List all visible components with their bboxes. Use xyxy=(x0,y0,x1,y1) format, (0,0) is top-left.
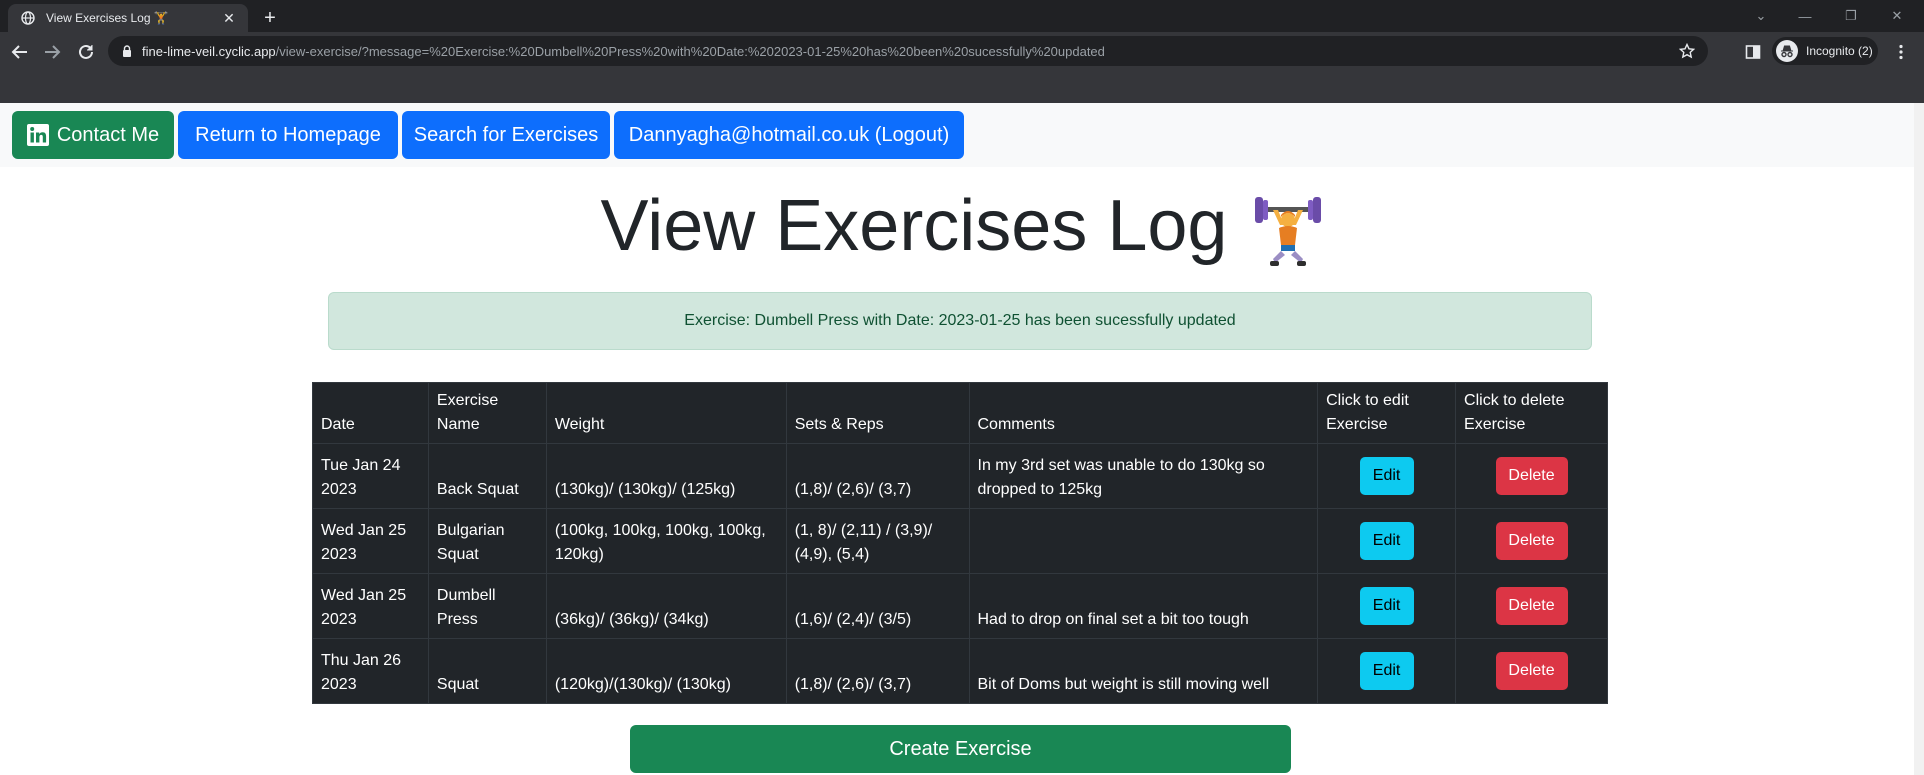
browser-tab[interactable]: View Exercises Log 🏋️ ✕ xyxy=(8,4,248,32)
logout-button[interactable]: Dannyagha@hotmail.co.uk (Logout) xyxy=(614,111,964,159)
cell-date: Thu Jan 26 2023 xyxy=(312,638,429,704)
address-bar[interactable]: fine-lime-veil.cyclic.app/view-exercise/… xyxy=(108,36,1708,66)
cell-exercise-name: Bulgarian Squat xyxy=(427,508,547,574)
table-row: Wed Jan 25 2023 Dumbell Press (36kg)/ (3… xyxy=(312,573,1608,639)
cell-sets-reps: (1,6)/ (2,4)/ (3/5) xyxy=(785,573,970,639)
cell-sets-reps: (1,8)/ (2,6)/ (3,7) xyxy=(785,443,970,509)
linkedin-icon xyxy=(26,124,49,146)
cell-exercise-name: Dumbell Press xyxy=(427,573,547,639)
cell-weight: (120kg)/(130kg)/ (130kg) xyxy=(545,638,787,704)
minimize-icon[interactable]: — xyxy=(1792,6,1818,26)
cell-date: Tue Jan 24 2023 xyxy=(312,443,429,509)
more-menu-icon[interactable] xyxy=(1890,41,1912,63)
exercises-table: Date Exercise Name Weight Sets & Reps Co… xyxy=(312,382,1608,704)
page-title: View Exercises Log xyxy=(0,178,1924,274)
edit-button[interactable]: Edit xyxy=(1359,587,1414,625)
cell-date: Wed Jan 25 2023 xyxy=(312,573,429,639)
bookmark-star-icon[interactable] xyxy=(1676,40,1698,62)
contact-me-label: Contact Me xyxy=(56,123,160,146)
back-icon[interactable] xyxy=(8,40,32,64)
cell-comments: Had to drop on final set a bit too tough xyxy=(968,573,1319,639)
cell-comments: Bit of Doms but weight is still moving w… xyxy=(968,638,1319,704)
create-exercise-label: Create Exercise xyxy=(889,737,1032,760)
cell-comments xyxy=(968,508,1319,574)
url-host: fine-lime-veil.cyclic.app xyxy=(142,43,276,59)
table-row: Tue Jan 24 2023 Back Squat (130kg)/ (130… xyxy=(312,443,1608,509)
new-tab-icon[interactable]: + xyxy=(258,6,282,30)
cell-delete: Delete xyxy=(1455,573,1608,639)
cell-weight: (36kg)/ (36kg)/ (34kg) xyxy=(545,573,787,639)
delete-button[interactable]: Delete xyxy=(1495,652,1568,690)
window-close-icon[interactable]: ✕ xyxy=(1884,6,1910,26)
browser-toolbar: fine-lime-veil.cyclic.app/view-exercise/… xyxy=(0,32,1924,72)
table-row: Thu Jan 26 2023 Squat (120kg)/(130kg)/ (… xyxy=(312,638,1608,704)
header-edit: Click to edit Exercise xyxy=(1317,382,1457,444)
side-panel-icon[interactable] xyxy=(1742,41,1764,63)
logout-label: Dannyagha@hotmail.co.uk (Logout) xyxy=(628,123,950,146)
incognito-label: Incognito (2) xyxy=(1806,44,1873,58)
weightlifter-emoji xyxy=(1255,196,1322,266)
incognito-icon xyxy=(1776,40,1798,62)
return-home-label: Return to Homepage xyxy=(195,123,381,146)
cell-exercise-name: Back Squat xyxy=(427,443,547,509)
cell-sets-reps: (1, 8)/ (2,11) / (3,9)/ (4,9), (5,4) xyxy=(785,508,970,574)
cell-sets-reps: (1,8)/ (2,6)/ (3,7) xyxy=(785,638,970,704)
success-alert: Exercise: Dumbell Press with Date: 2023-… xyxy=(328,292,1592,350)
header-weight: Weight xyxy=(545,382,787,444)
incognito-badge[interactable]: Incognito (2) xyxy=(1772,37,1878,65)
url-text[interactable]: fine-lime-veil.cyclic.app/view-exercise/… xyxy=(142,44,1676,59)
cell-weight: (130kg)/ (130kg)/ (125kg) xyxy=(545,443,787,509)
header-exercise-name: Exercise Name xyxy=(427,382,547,444)
lock-icon[interactable] xyxy=(120,44,134,58)
header-comments: Comments xyxy=(968,382,1319,444)
create-exercise-button[interactable]: Create Exercise xyxy=(630,725,1291,773)
cell-delete: Delete xyxy=(1455,508,1608,574)
table-row: Wed Jan 25 2023 Bulgarian Squat (100kg, … xyxy=(312,508,1608,574)
edit-button[interactable]: Edit xyxy=(1359,522,1414,560)
cell-comments: In my 3rd set was unable to do 130kg so … xyxy=(968,443,1319,509)
cell-edit: Edit xyxy=(1317,638,1457,704)
site-navbar: Contact Me Return to Homepage Search for… xyxy=(0,103,1914,167)
return-home-button[interactable]: Return to Homepage xyxy=(178,111,398,159)
contact-me-button[interactable]: Contact Me xyxy=(12,111,174,159)
success-alert-text: Exercise: Dumbell Press with Date: 2023-… xyxy=(684,312,1236,329)
edit-button[interactable]: Edit xyxy=(1359,457,1414,495)
cell-delete: Delete xyxy=(1455,443,1608,509)
browser-tab-strip: View Exercises Log 🏋️ ✕ + ⌄ — ❐ ✕ xyxy=(0,0,1924,32)
reload-icon[interactable] xyxy=(74,40,98,64)
forward-icon[interactable] xyxy=(40,40,64,64)
search-exercises-label: Search for Exercises xyxy=(413,123,599,146)
cell-exercise-name: Squat xyxy=(427,638,547,704)
cell-edit: Edit xyxy=(1317,573,1457,639)
close-tab-icon[interactable]: ✕ xyxy=(220,9,238,27)
restore-icon[interactable]: ❐ xyxy=(1838,6,1864,26)
url-path: /view-exercise/?message=%20Exercise:%20D… xyxy=(275,43,1105,59)
tab-search-icon[interactable]: ⌄ xyxy=(1748,6,1774,26)
cell-weight: (100kg, 100kg, 100kg, 100kg, 120kg) xyxy=(545,508,787,574)
globe-icon xyxy=(20,10,36,26)
cell-edit: Edit xyxy=(1317,508,1457,574)
cell-delete: Delete xyxy=(1455,638,1608,704)
browser-content-top-strip xyxy=(0,72,1924,103)
delete-button[interactable]: Delete xyxy=(1495,587,1568,625)
delete-button[interactable]: Delete xyxy=(1495,457,1568,495)
header-delete: Click to delete Exercise xyxy=(1455,382,1608,444)
search-exercises-button[interactable]: Search for Exercises xyxy=(402,111,610,159)
tab-title: View Exercises Log 🏋️ xyxy=(46,11,169,25)
edit-button[interactable]: Edit xyxy=(1359,652,1414,690)
header-sets-reps: Sets & Reps xyxy=(785,382,970,444)
page-title-text: View Exercises Log xyxy=(600,186,1228,266)
table-header-row: Date Exercise Name Weight Sets & Reps Co… xyxy=(312,382,1608,444)
cell-date: Wed Jan 25 2023 xyxy=(312,508,429,574)
header-date: Date xyxy=(312,382,429,444)
delete-button[interactable]: Delete xyxy=(1495,522,1568,560)
cell-edit: Edit xyxy=(1317,443,1457,509)
